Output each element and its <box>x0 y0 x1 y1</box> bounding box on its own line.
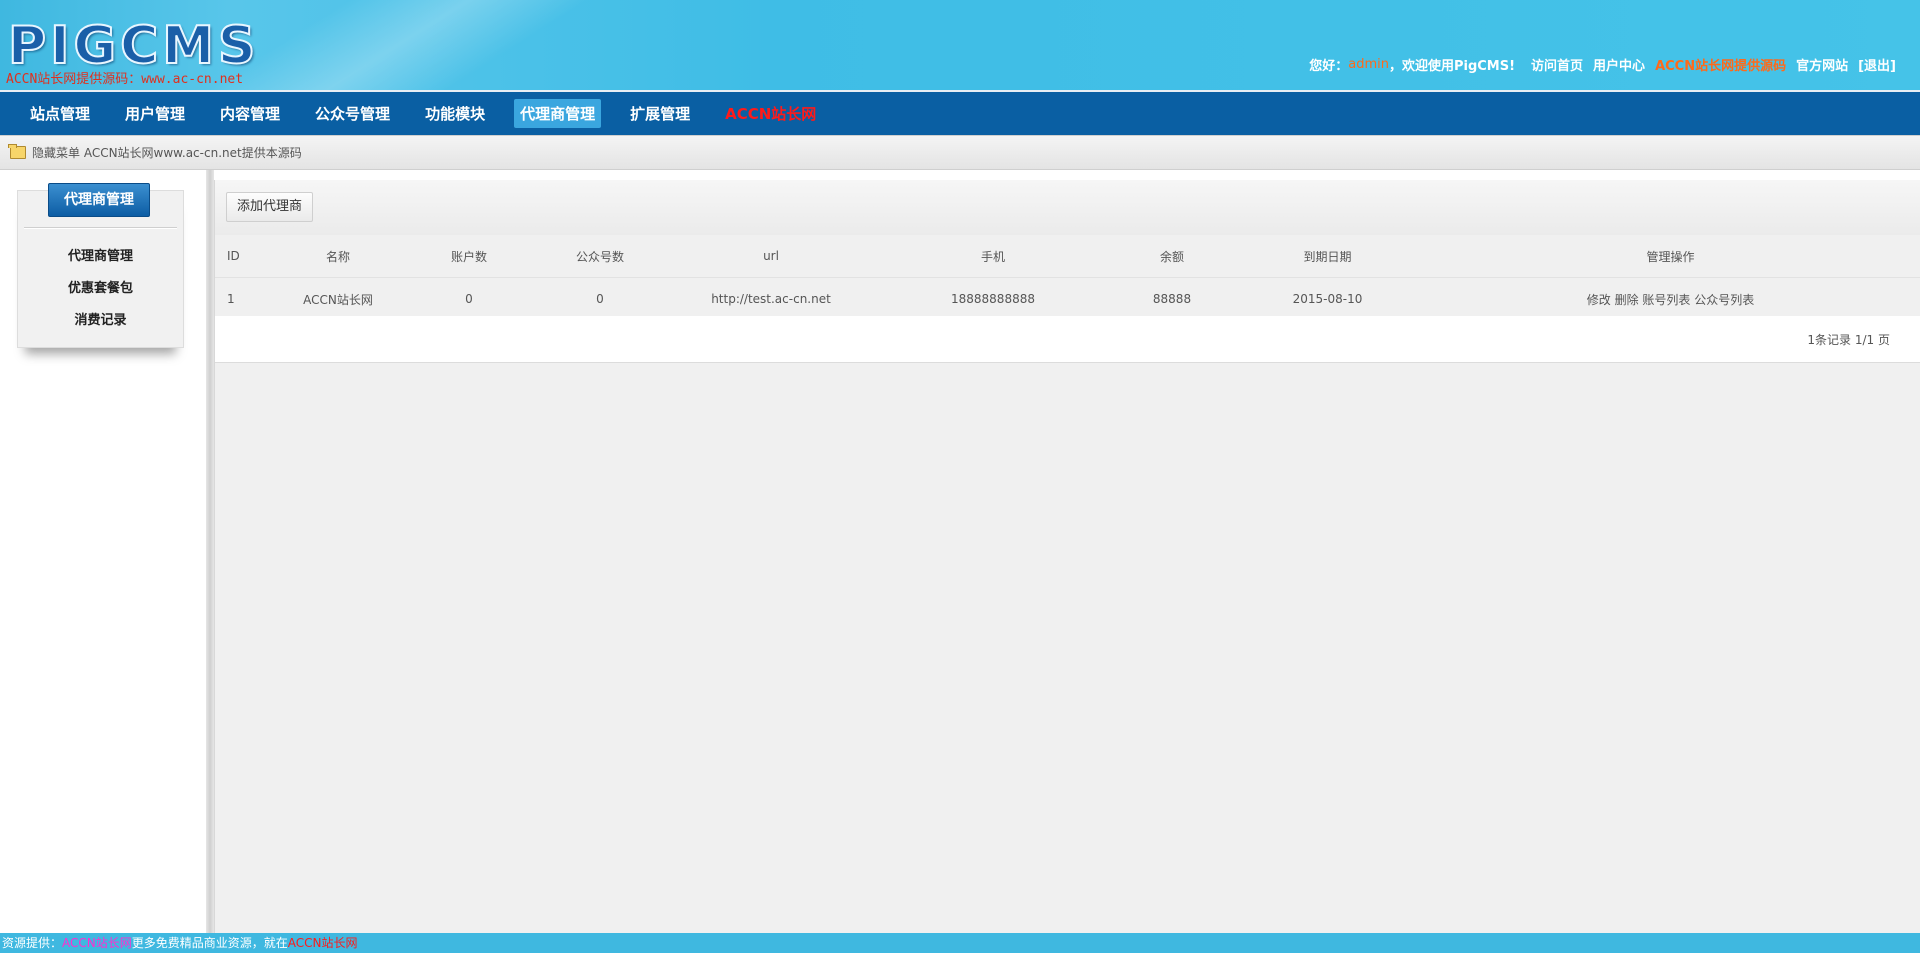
top-user-bar: 您好： admin ，欢迎使用PigCMS! 访问首页 用户中心 ACCN站长网… <box>1309 55 1896 74</box>
footer-site-link[interactable]: ACCN站长网 <box>62 936 132 950</box>
cell-id: 1 <box>215 277 272 321</box>
welcome-text: ，欢迎使用PigCMS! <box>1388 59 1516 74</box>
greeting-label: 您好： <box>1309 59 1349 74</box>
table-row: 1 ACCN站长网 0 0 http://test.ac-cn.net 1888… <box>215 277 1920 321</box>
nav-extension-management[interactable]: 扩展管理 <box>624 99 696 128</box>
nav-site-management[interactable]: 站点管理 <box>24 99 96 128</box>
main-content: 添加代理商 ID 名称 账户数 公众号数 url 手机 余额 到期日期 管理操作… <box>214 180 1920 933</box>
sidebar-divider <box>24 227 177 229</box>
header: PIGCMS ACCN站长网提供源码：www.ac-cn.net 您好： adm… <box>0 0 1920 90</box>
hide-menu-text[interactable]: 隐藏菜单 ACCN站长网www.ac-cn.net提供本源码 <box>32 144 302 161</box>
logo-subtitle: ACCN站长网提供源码：www.ac-cn.net <box>6 72 244 87</box>
sidebar: 代理商管理 代理商管理 优惠套餐包 消费记录 <box>0 170 214 933</box>
logout-link[interactable]: [退出] <box>1858 55 1896 74</box>
account-list-link[interactable]: 账号列表 <box>1642 293 1690 307</box>
edit-link[interactable]: 修改 <box>1587 293 1611 307</box>
col-phone: 手机 <box>876 235 1110 278</box>
link-home[interactable]: 访问首页 <box>1531 55 1583 74</box>
breadcrumb: 隐藏菜单 ACCN站长网www.ac-cn.net提供本源码 <box>0 135 1920 170</box>
add-agent-button[interactable]: 添加代理商 <box>226 192 314 222</box>
sidebar-item-consumption-records[interactable]: 消费记录 <box>18 305 183 337</box>
cell-actions: 修改 删除 账号列表 公众号列表 <box>1421 277 1920 321</box>
pagination-info: 1条记录 1/1 页 <box>1807 333 1890 347</box>
table-header-row: ID 名称 账户数 公众号数 url 手机 余额 到期日期 管理操作 <box>215 235 1920 278</box>
nav-content-management[interactable]: 内容管理 <box>214 99 286 128</box>
col-url: url <box>666 235 876 278</box>
pagination-row: 1条记录 1/1 页 <box>215 316 1920 363</box>
col-expire: 到期日期 <box>1234 235 1421 278</box>
agent-table: ID 名称 账户数 公众号数 url 手机 余额 到期日期 管理操作 1 ACC… <box>215 235 1920 321</box>
sidebar-menu: 代理商管理 优惠套餐包 消费记录 <box>18 241 183 337</box>
link-source[interactable]: ACCN站长网提供源码 <box>1655 55 1786 74</box>
cell-balance: 88888 <box>1110 277 1234 321</box>
folder-icon[interactable] <box>8 144 26 159</box>
sidebar-item-discount-packages[interactable]: 优惠套餐包 <box>18 273 183 305</box>
nav-mp-management[interactable]: 公众号管理 <box>309 99 396 128</box>
link-user-center[interactable]: 用户中心 <box>1593 55 1645 74</box>
footer-site-link-2[interactable]: ACCN站长网 <box>288 936 358 950</box>
cell-name: ACCN站长网 <box>272 277 404 321</box>
nav-agent-management[interactable]: 代理商管理 <box>514 99 602 128</box>
cell-expire: 2015-08-10 <box>1234 277 1421 321</box>
delete-link[interactable]: 删除 <box>1615 293 1639 307</box>
col-id: ID <box>215 235 272 278</box>
sidebar-splitter[interactable] <box>206 170 214 933</box>
cell-accounts: 0 <box>404 277 534 321</box>
nav-user-management[interactable]: 用户管理 <box>119 99 191 128</box>
username: admin <box>1348 57 1389 72</box>
sidebar-title: 代理商管理 <box>48 183 150 217</box>
link-official-site[interactable]: 官方网站 <box>1796 55 1848 74</box>
cell-phone: 18888888888 <box>876 277 1110 321</box>
col-accounts: 账户数 <box>404 235 534 278</box>
cell-mp-count: 0 <box>534 277 666 321</box>
footer: 资源提供：ACCN站长网更多免费精品商业资源，就在ACCN站长网 <box>0 933 1920 953</box>
toolbar: 添加代理商 <box>215 180 1920 236</box>
sidebar-panel: 代理商管理 代理商管理 优惠套餐包 消费记录 <box>17 183 184 348</box>
cell-url: http://test.ac-cn.net <box>666 277 876 321</box>
col-mp-count: 公众号数 <box>534 235 666 278</box>
footer-prefix: 资源提供： <box>2 936 63 950</box>
nav-function-modules[interactable]: 功能模块 <box>419 99 491 128</box>
nav-accn[interactable]: ACCN站长网 <box>719 99 822 128</box>
col-actions: 管理操作 <box>1421 235 1920 278</box>
mp-list-link[interactable]: 公众号列表 <box>1694 293 1754 307</box>
col-name: 名称 <box>272 235 404 278</box>
main-nav: 站点管理 用户管理 内容管理 公众号管理 功能模块 代理商管理 扩展管理 ACC… <box>0 90 1920 135</box>
footer-middle: 更多免费精品商业资源，就在 <box>131 936 288 950</box>
logo[interactable]: PIGCMS <box>7 17 260 75</box>
sidebar-item-agent-management[interactable]: 代理商管理 <box>18 241 183 273</box>
col-balance: 余额 <box>1110 235 1234 278</box>
